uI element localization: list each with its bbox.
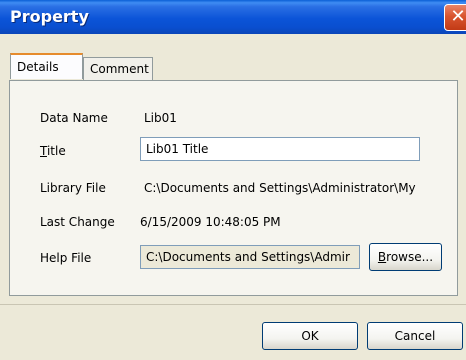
details-panel: Data Name Lib01 Title Lib01 Title Librar… — [9, 80, 458, 296]
library-file-value: C:\Documents and Settings\Administrator\… — [144, 181, 416, 195]
tab-comment-label: Comment — [90, 62, 149, 76]
button-separator — [0, 304, 466, 305]
cancel-button[interactable]: Cancel — [367, 322, 463, 350]
title-input[interactable]: Lib01 Title — [140, 137, 420, 161]
library-file-label: Library File — [40, 181, 106, 195]
data-name-label: Data Name — [40, 111, 108, 125]
property-dialog: Property ✕ Details Comment Data Name Lib… — [0, 0, 466, 360]
last-change-label: Last Change — [40, 215, 115, 229]
window-title: Property — [10, 7, 89, 26]
tab-comment[interactable]: Comment — [83, 57, 153, 80]
help-file-field[interactable]: C:\Documents and Settings\Admir — [140, 245, 360, 269]
title-bar[interactable]: Property ✕ — [0, 0, 466, 34]
browse-mnemonic: B — [377, 250, 387, 264]
last-change-value: 6/15/2009 10:48:05 PM — [140, 215, 281, 229]
title-label: Title — [40, 144, 66, 158]
browse-label-rest: rowse... — [386, 250, 434, 264]
ok-button[interactable]: OK — [262, 322, 358, 350]
help-file-label: Help File — [40, 251, 92, 265]
title-label-rest: itle — [46, 144, 66, 158]
title-label-mnemonic: T — [40, 144, 47, 158]
data-name-value: Lib01 — [144, 111, 177, 125]
browse-button[interactable]: Browse... — [369, 243, 442, 271]
tab-details-label: Details — [17, 60, 59, 74]
close-icon[interactable]: ✕ — [444, 4, 466, 31]
tab-details[interactable]: Details — [10, 53, 83, 79]
